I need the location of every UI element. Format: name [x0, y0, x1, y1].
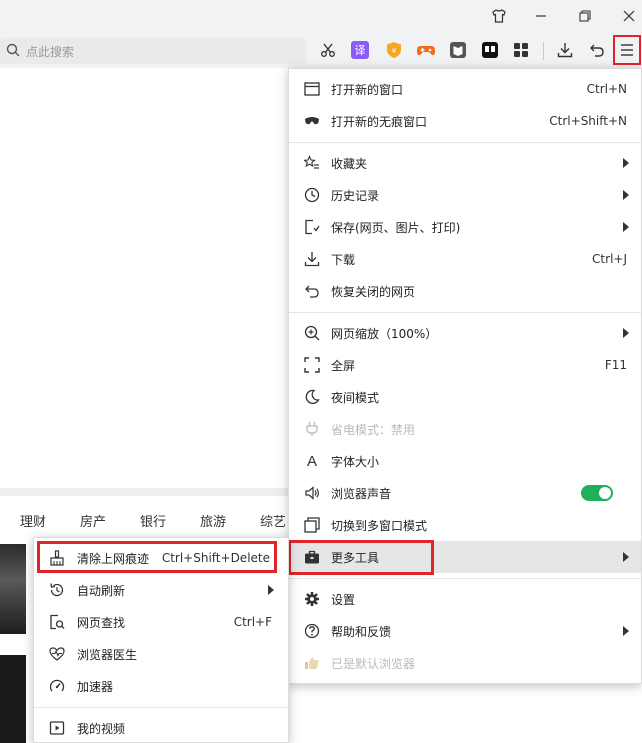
close-icon[interactable]	[606, 0, 642, 32]
menu-item-power-saving: 省电模式：禁用	[289, 413, 641, 445]
nav-item[interactable]: 旅游	[200, 511, 226, 530]
more-tools-highlight	[288, 540, 434, 575]
star-list-icon	[303, 154, 321, 172]
undo-icon[interactable]	[587, 40, 607, 60]
font-size-icon: A	[306, 452, 317, 470]
skin-icon[interactable]	[476, 0, 522, 32]
nav-item[interactable]: 综艺	[260, 511, 286, 530]
apps-grid-icon[interactable]	[511, 40, 531, 60]
page-divider	[0, 488, 290, 496]
search-placeholder: 点此搜索	[26, 44, 75, 59]
menu-item-help[interactable]: 帮助和反馈	[289, 615, 641, 647]
menu-item-new-window[interactable]: 打开新的窗口 Ctrl+N	[289, 73, 641, 105]
refresh-clock-icon	[48, 581, 66, 599]
gear-icon	[303, 590, 321, 608]
clock-icon	[303, 186, 321, 204]
menu-item-multi-window[interactable]: 切换到多窗口模式	[289, 509, 641, 541]
menu-separator	[289, 142, 641, 143]
news-thumbnail[interactable]	[0, 544, 26, 634]
toolbar-separator	[543, 42, 544, 60]
category-nav: 理财 房产 银行 旅游 综艺	[0, 505, 290, 533]
menu-item-zoom[interactable]: 网页缩放（100%）	[289, 317, 641, 349]
window-icon	[303, 80, 321, 98]
menu-item-save[interactable]: 保存(网页、图片、打印)	[289, 211, 641, 243]
submenu-item-accelerator[interactable]: 加速器	[34, 670, 288, 702]
svg-text:¥: ¥	[392, 47, 397, 55]
menu-item-fullscreen[interactable]: 全屏 F11	[289, 349, 641, 381]
nav-item[interactable]: 房产	[80, 511, 106, 530]
menu-item-default-browser: 已是默认浏览器	[289, 647, 641, 679]
submenu-arrow-icon	[623, 190, 629, 200]
moon-icon	[303, 388, 321, 406]
game-controller-icon[interactable]	[416, 40, 436, 60]
submenu-item-auto-refresh[interactable]: 自动刷新	[34, 574, 288, 606]
thumbs-up-icon	[303, 654, 321, 672]
menu-item-settings[interactable]: 设置	[289, 583, 641, 615]
search-icon	[6, 43, 20, 60]
menu-item-history[interactable]: 历史记录	[289, 179, 641, 211]
submenu-arrow-icon	[623, 626, 629, 636]
download-icon[interactable]	[555, 40, 575, 60]
menu-item-font-size[interactable]: A 字体大小	[289, 445, 641, 477]
submenu-arrow-icon	[623, 328, 629, 338]
news-thumbnail[interactable]	[0, 655, 26, 743]
menu-item-favorites[interactable]: 收藏夹	[289, 147, 641, 179]
restore-icon[interactable]	[562, 0, 608, 32]
help-icon	[303, 622, 321, 640]
menu-item-download[interactable]: 下载 Ctrl+J	[289, 243, 641, 275]
toolbar: 点此搜索 译 ¥	[0, 32, 642, 68]
incognito-mask-icon	[303, 112, 321, 130]
shield-extension-icon[interactable]: ¥	[384, 40, 404, 60]
submenu-item-my-videos[interactable]: 我的视频	[34, 712, 288, 743]
fullscreen-icon	[303, 356, 321, 374]
clear-history-highlight	[37, 541, 277, 573]
plug-icon	[303, 420, 321, 438]
find-page-icon	[48, 613, 66, 631]
speaker-icon	[303, 484, 321, 502]
video-play-icon	[48, 719, 66, 737]
submenu-item-browser-doctor[interactable]: 浏览器医生	[34, 638, 288, 670]
submenu-arrow-icon	[268, 585, 274, 595]
search-box[interactable]: 点此搜索	[0, 38, 306, 64]
submenu-arrow-icon	[623, 552, 629, 562]
save-page-icon	[303, 218, 321, 236]
undo-icon	[303, 282, 321, 300]
menu-separator	[289, 312, 641, 313]
heart-pulse-icon	[48, 645, 66, 663]
menu-separator	[289, 578, 641, 579]
submenu-arrow-icon	[623, 222, 629, 232]
nav-item[interactable]: 理财	[20, 511, 46, 530]
submenu-arrow-icon	[623, 158, 629, 168]
minimize-icon[interactable]	[518, 0, 564, 32]
menu-item-browser-sound[interactable]: 浏览器声音	[289, 477, 641, 509]
video-extension-icon[interactable]	[480, 40, 500, 60]
menu-button-highlight	[613, 35, 641, 65]
main-menu: 打开新的窗口 Ctrl+N 打开新的无痕窗口 Ctrl+Shift+N 收藏夹 …	[288, 68, 642, 684]
multi-window-icon	[303, 516, 321, 534]
scissors-icon[interactable]	[318, 40, 338, 60]
browser-sound-toggle[interactable]	[581, 485, 613, 501]
title-bar	[0, 0, 642, 32]
menu-item-restore-closed[interactable]: 恢复关闭的网页	[289, 275, 641, 307]
speedometer-icon	[48, 677, 66, 695]
menu-separator	[34, 707, 288, 708]
nav-item[interactable]: 银行	[140, 511, 166, 530]
menu-item-night-mode[interactable]: 夜间模式	[289, 381, 641, 413]
translate-icon[interactable]: 译	[350, 40, 370, 60]
zoom-icon	[303, 324, 321, 342]
submenu-item-find-in-page[interactable]: 网页查找 Ctrl+F	[34, 606, 288, 638]
menu-item-incognito-window[interactable]: 打开新的无痕窗口 Ctrl+Shift+N	[289, 105, 641, 137]
download-icon	[303, 250, 321, 268]
reader-extension-icon[interactable]	[448, 40, 468, 60]
